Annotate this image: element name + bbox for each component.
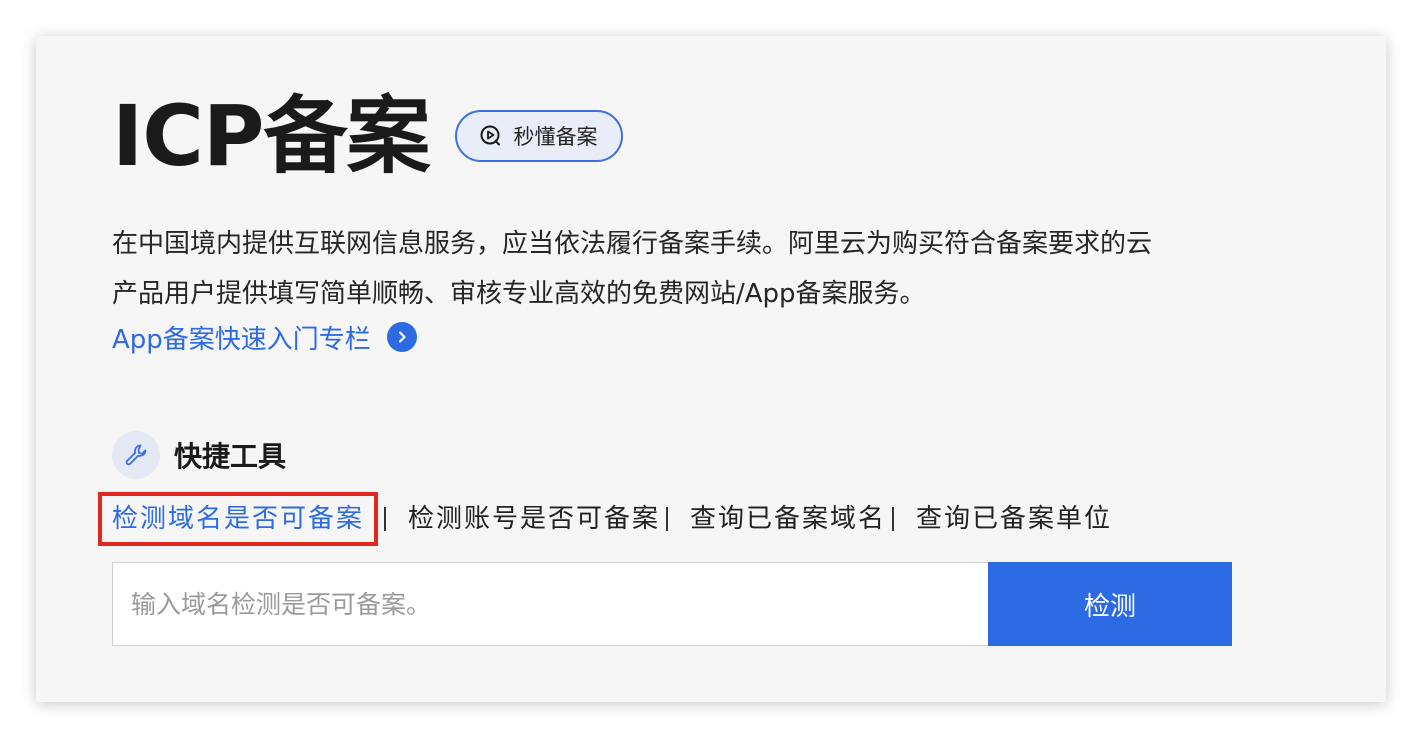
chevron-right-icon	[386, 322, 417, 352]
app-guide-link-label: App备案快速入门专栏	[112, 324, 371, 355]
intro-description: 在中国境内提供互联网信息服务，应当依法履行备案手续。阿里云为购买符合备案要求的云…	[112, 219, 1272, 319]
explain-video-button[interactable]: 秒懂备案	[455, 110, 624, 162]
content-panel: ICP备案 秒懂备案 在中国境内提供互联网信息服务，应当依法履行备案手续。阿里云…	[36, 36, 1386, 702]
tool-tabs: 检测域名是否可备案 检测账号是否可备案 查询已备案域名 查询已备案单位	[98, 492, 1112, 546]
title-row: ICP备案 秒懂备案	[112, 87, 624, 185]
domain-input[interactable]	[112, 562, 988, 646]
quick-tools-title: 快捷工具	[174, 440, 287, 473]
play-circle-icon	[479, 124, 503, 148]
tab-divider	[666, 507, 669, 531]
tab-query-domains[interactable]: 查询已备案域名	[690, 492, 886, 546]
quick-tools-header: 快捷工具	[112, 430, 286, 480]
tab-query-organizations[interactable]: 查询已备案单位	[916, 492, 1112, 546]
tab-divider	[892, 507, 895, 531]
domain-check-form: 检测	[112, 562, 1232, 646]
intro-line-2: 产品用户提供填写简单顺畅、审核专业高效的免费网站/App备案服务。	[112, 279, 926, 309]
check-button[interactable]: 检测	[988, 562, 1232, 646]
app-guide-link[interactable]: App备案快速入门专栏	[112, 315, 417, 359]
wrench-icon	[112, 431, 160, 479]
explain-video-label: 秒懂备案	[513, 125, 598, 149]
tab-divider	[384, 507, 387, 531]
intro-line-1: 在中国境内提供互联网信息服务，应当依法履行备案手续。阿里云为购买符合备案要求的云	[112, 229, 1153, 259]
tab-check-domain[interactable]: 检测域名是否可备案	[98, 492, 379, 546]
page-title: ICP备案	[112, 87, 430, 185]
tab-check-account[interactable]: 检测账号是否可备案	[408, 492, 660, 546]
